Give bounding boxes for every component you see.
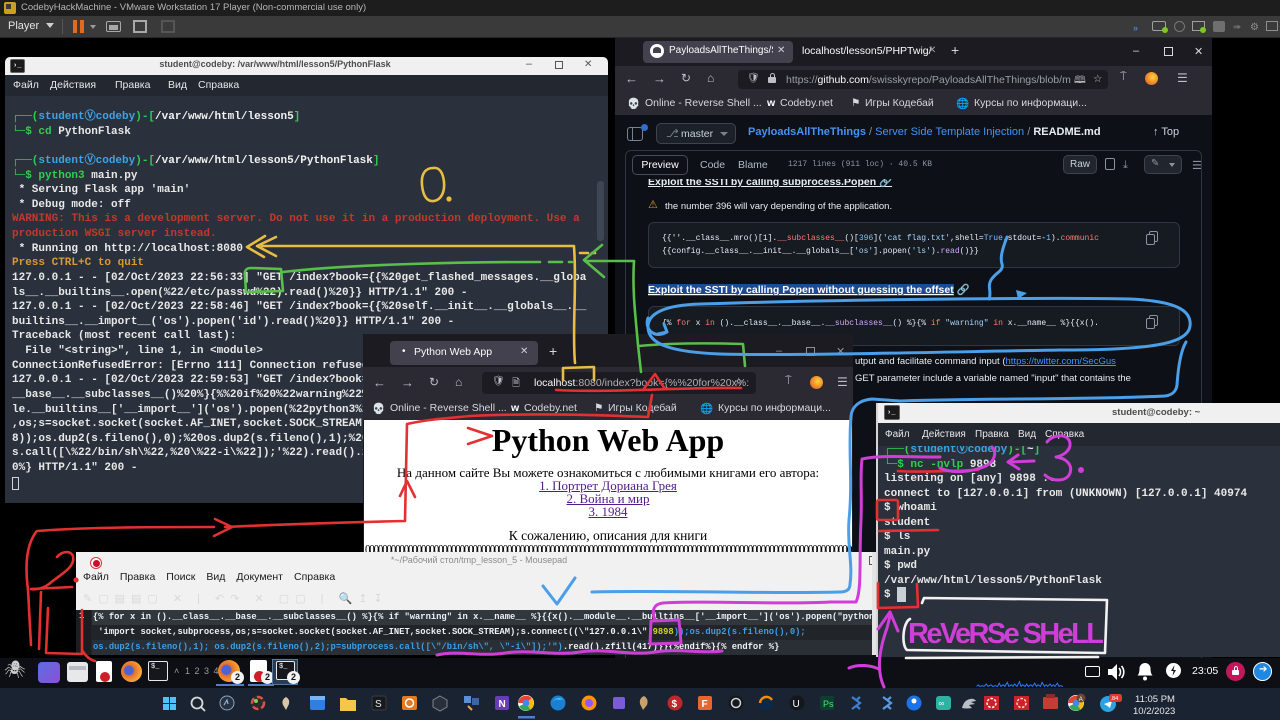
svg-text:ReVeRSe SHeLL: ReVeRSe SHeLL	[908, 618, 1104, 650]
